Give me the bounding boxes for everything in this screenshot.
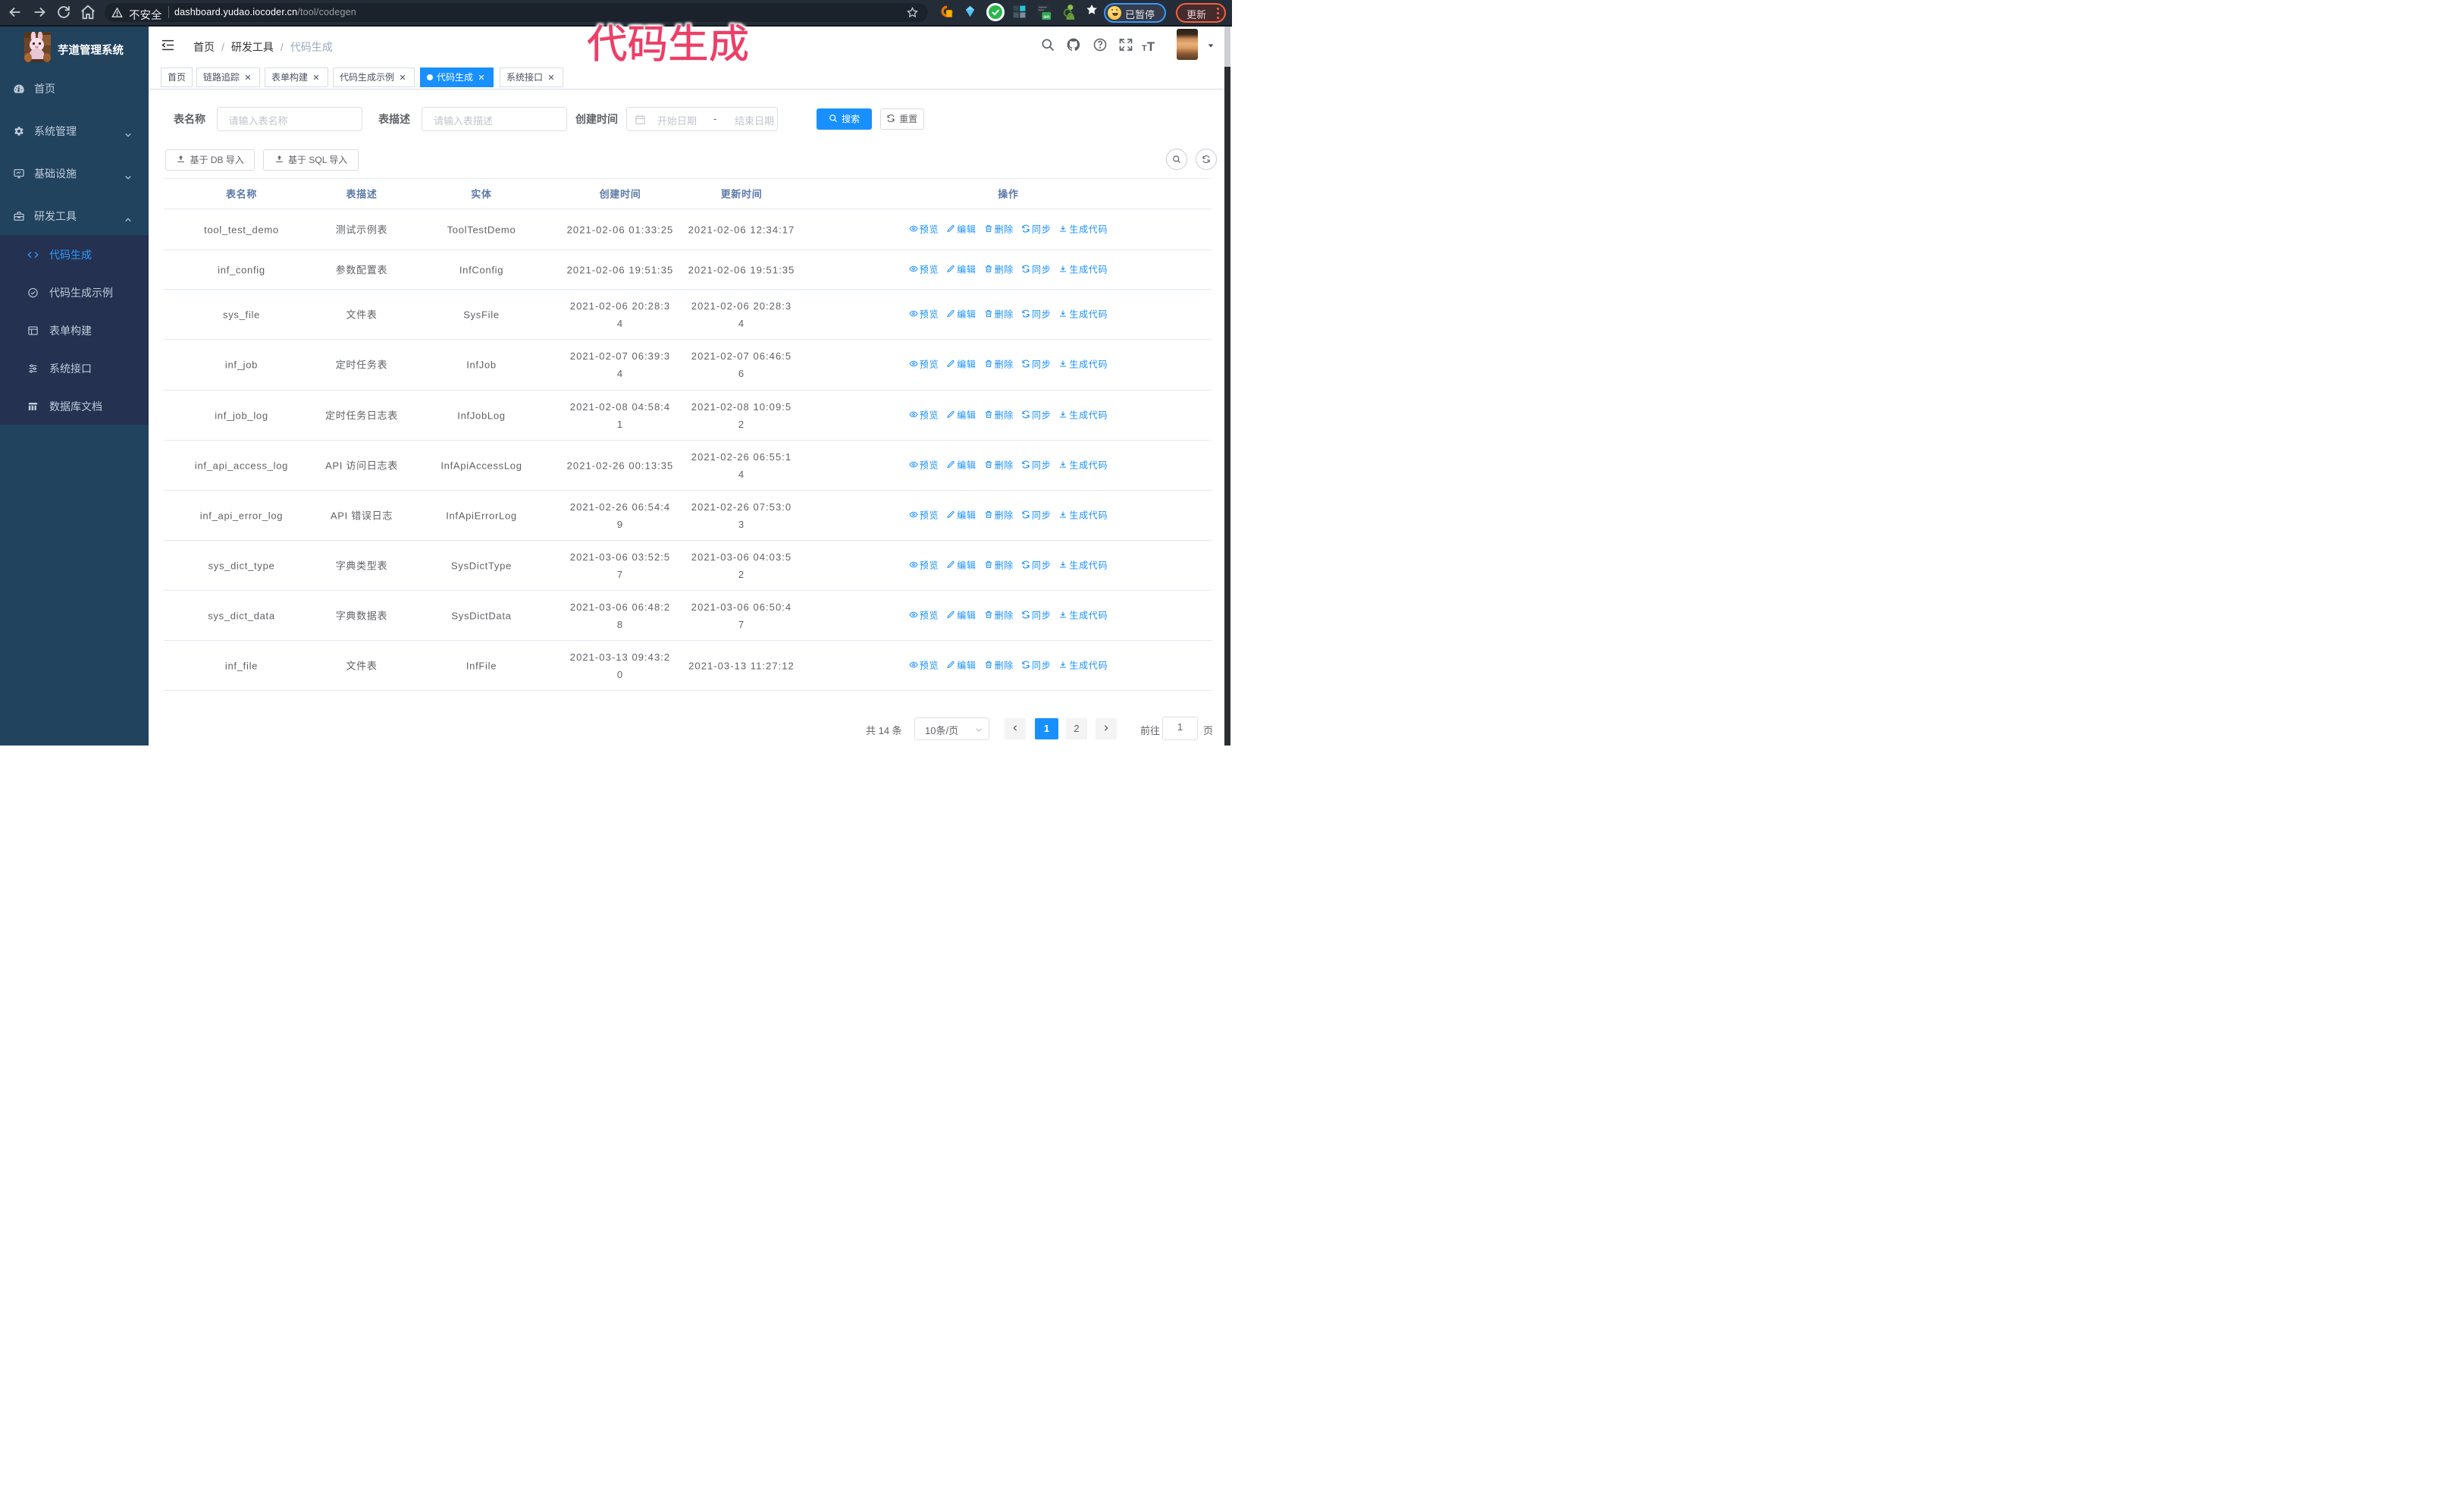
svg-text:on: on <box>1043 14 1049 20</box>
